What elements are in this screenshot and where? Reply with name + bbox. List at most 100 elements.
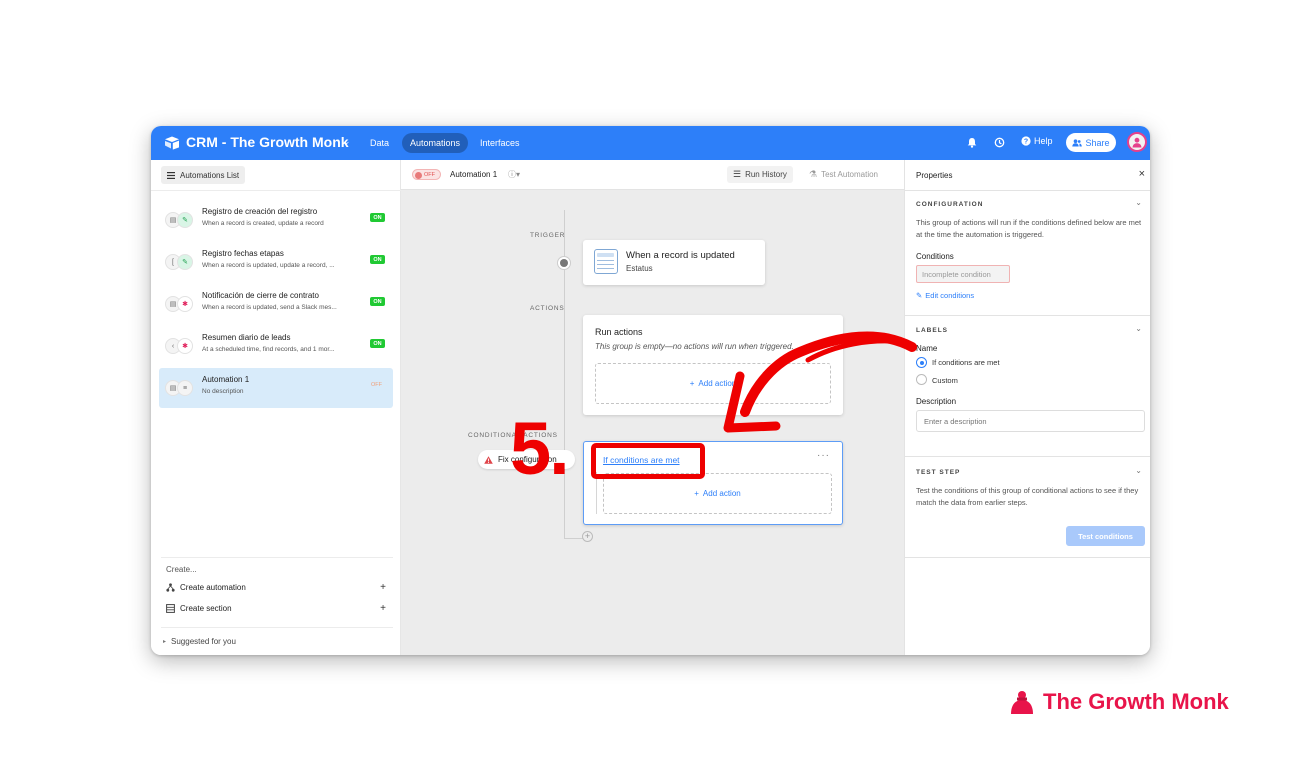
automation-title: Resumen diario de leads xyxy=(202,333,291,342)
chevron-down-icon[interactable]: ⌄ xyxy=(343,136,351,147)
plus-icon: + xyxy=(689,379,695,388)
status-badge: ON xyxy=(370,339,385,348)
automation-title: Automation 1 xyxy=(202,375,250,384)
conditions-label: Conditions xyxy=(916,252,954,261)
suggested-toggle[interactable]: ▸ Suggested for you xyxy=(163,637,236,646)
plus-icon[interactable]: + xyxy=(380,582,386,593)
brand-name: The Growth Monk xyxy=(1043,689,1229,714)
nav-tab-automations[interactable]: Automations xyxy=(402,133,469,153)
create-automation-button[interactable]: Create automation + xyxy=(166,582,386,593)
conditions-link[interactable]: If conditions are met xyxy=(603,455,680,465)
chevron-down-icon[interactable]: ⌄ xyxy=(1135,324,1142,333)
automation-desc: When a record is updated, update a recor… xyxy=(202,262,335,269)
run-actions-title: Run actions xyxy=(595,327,643,337)
info-icon[interactable]: ⓘ▾ xyxy=(508,169,520,180)
create-section-label: Create section xyxy=(180,604,232,613)
test-automation-button[interactable]: ⚗ Test Automation xyxy=(803,166,884,183)
properties-panel: Properties × CONFIGURATION ⌄ This group … xyxy=(904,160,1150,655)
automations-sidebar: Automations List ▤ ✎ Registro de creació… xyxy=(151,160,401,655)
bell-icon[interactable] xyxy=(965,135,979,149)
automation-item[interactable]: [ ✎ Registro fechas etapas When a record… xyxy=(159,242,393,282)
pencil-icon: ✎ xyxy=(916,291,923,300)
fix-configuration-pill[interactable]: Fix configuration xyxy=(478,450,575,469)
description-input[interactable] xyxy=(916,410,1145,432)
chevron-down-icon[interactable]: ⌄ xyxy=(1135,198,1142,207)
automation-item[interactable]: ▤ ✎ Registro de creación del registro Wh… xyxy=(159,200,393,240)
run-actions-card[interactable]: Run actions This group is empty—no actio… xyxy=(583,315,843,415)
fix-configuration-label: Fix configuration xyxy=(498,455,557,464)
status-badge: ON xyxy=(370,255,385,264)
chevron-down-icon[interactable]: ⌄ xyxy=(1135,466,1142,475)
add-action-button[interactable]: + Add action xyxy=(603,473,832,514)
pencil-icon: ✎ xyxy=(177,212,193,228)
users-icon xyxy=(1072,138,1083,146)
automation-name[interactable]: Automation 1 xyxy=(450,170,497,179)
radio-custom[interactable] xyxy=(916,374,927,385)
hamburger-icon xyxy=(167,171,175,179)
divider xyxy=(161,627,393,628)
name-label: Name xyxy=(916,344,938,353)
test-conditions-label: Test conditions xyxy=(1078,531,1133,541)
pencil-icon: ✎ xyxy=(177,254,193,270)
test-step-text: Test the conditions of this group of con… xyxy=(916,486,1139,507)
question-icon: ? xyxy=(1021,136,1031,146)
slack-icon: ✱ xyxy=(177,338,193,354)
app-window: CRM - The Growth Monk ⌄ Data Automations… xyxy=(151,126,1150,655)
top-bar: CRM - The Growth Monk ⌄ Data Automations… xyxy=(151,126,1150,160)
automation-canvas: OFF Automation 1 ⓘ▾ ☰ Run History ⚗ Test… xyxy=(401,160,904,655)
test-step-heading: TEST STEP xyxy=(916,469,961,476)
trigger-node-icon xyxy=(557,256,571,270)
radio-conditions-met[interactable] xyxy=(916,357,927,368)
incomplete-condition-field[interactable]: Incomplete condition xyxy=(916,265,1010,283)
test-conditions-button[interactable]: Test conditions xyxy=(1066,526,1145,546)
edit-conditions-link[interactable]: ✎ Edit conditions xyxy=(916,291,974,300)
more-menu-icon[interactable]: ··· xyxy=(817,450,830,461)
airtable-logo-icon[interactable] xyxy=(164,136,180,150)
add-action-label: Add action xyxy=(702,489,741,498)
create-automation-label: Create automation xyxy=(180,583,246,592)
help-button[interactable]: ? Help xyxy=(1021,136,1053,146)
divider xyxy=(905,456,1150,457)
canvas-header: OFF Automation 1 ⓘ▾ ☰ Run History ⚗ Test… xyxy=(401,160,904,190)
trigger-card[interactable]: When a record is updated Estatus xyxy=(583,240,765,285)
base-title[interactable]: CRM - The Growth Monk xyxy=(186,134,349,150)
create-section-button[interactable]: Create section + xyxy=(166,603,386,614)
svg-text:?: ? xyxy=(1024,139,1028,146)
add-action-button[interactable]: + Add action xyxy=(595,363,831,404)
divider xyxy=(905,557,1150,558)
automation-desc: When a record is created, update a recor… xyxy=(202,220,324,227)
add-step-icon[interactable]: + xyxy=(582,531,593,542)
chevron-right-icon: ▸ xyxy=(163,639,167,645)
radio-custom-label: Custom xyxy=(932,376,958,385)
radio-conditions-met-label: If conditions are met xyxy=(932,358,1000,367)
run-history-button[interactable]: ☰ Run History xyxy=(727,166,793,183)
properties-header: Properties × xyxy=(905,160,1150,191)
description-label: Description xyxy=(916,397,957,406)
automations-list-label: Automations List xyxy=(180,170,240,180)
nav-tab-interfaces[interactable]: Interfaces xyxy=(472,133,528,153)
automation-item[interactable]: ▤ ✱ Notificación de cierre de contrato W… xyxy=(159,284,393,324)
automation-desc: At a scheduled time, find records, and 1… xyxy=(202,346,335,353)
nav-tab-data[interactable]: Data xyxy=(362,133,397,153)
automation-item-selected[interactable]: ▤ ≡ Automation 1 No description OFF xyxy=(159,368,393,408)
user-avatar[interactable] xyxy=(1127,132,1147,152)
plus-icon: + xyxy=(694,489,699,498)
status-badge: OFF xyxy=(371,382,382,388)
record-updated-icon xyxy=(594,249,618,274)
plus-icon[interactable]: + xyxy=(380,603,386,614)
automations-list-button[interactable]: Automations List xyxy=(161,166,246,184)
help-label: Help xyxy=(1034,136,1053,146)
history-icon[interactable] xyxy=(992,135,1006,149)
edit-conditions-label: Edit conditions xyxy=(925,291,975,300)
page: CRM - The Growth Monk ⌄ Data Automations… xyxy=(0,0,1301,781)
run-actions-empty-text: This group is empty—no actions will run … xyxy=(595,342,794,351)
automation-item[interactable]: ‹ ✱ Resumen diario de leads At a schedul… xyxy=(159,326,393,366)
automation-toggle[interactable]: OFF xyxy=(412,169,441,180)
close-icon[interactable]: × xyxy=(1139,168,1145,180)
list-icon: ≡ xyxy=(177,380,193,396)
section-icon xyxy=(166,604,175,613)
flask-icon: ⚗ xyxy=(809,169,818,179)
share-button[interactable]: Share xyxy=(1066,133,1116,152)
add-action-label: Add action xyxy=(698,379,737,388)
conditional-group-card[interactable]: If conditions are met ··· + Add action xyxy=(583,441,843,525)
